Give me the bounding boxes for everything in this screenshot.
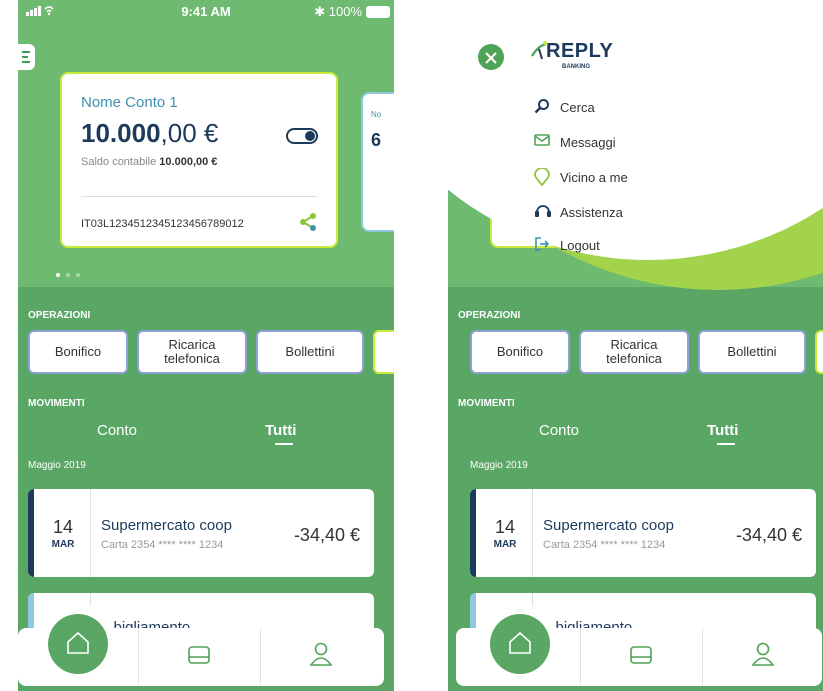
tab-conto[interactable]: Conto <box>97 422 137 439</box>
operation-button-next[interactable] <box>815 330 823 374</box>
movement-divider <box>90 489 91 577</box>
toggle-knob <box>305 131 315 141</box>
movements-heading: MOVIMENTI <box>28 398 85 409</box>
movement-day: 14 <box>52 517 74 537</box>
hamburger-line <box>22 51 30 53</box>
card-icon[interactable] <box>630 646 652 669</box>
location-pin-icon <box>534 167 550 191</box>
movement-row[interactable]: 14 MAR Supermercato coop Carta 2354 ****… <box>470 489 816 577</box>
envelope-icon <box>534 133 550 152</box>
operation-button-next[interactable] <box>373 330 394 374</box>
menu-item-label: Assistenza <box>560 205 623 220</box>
close-menu-button[interactable] <box>478 44 504 70</box>
logout-icon <box>534 236 550 257</box>
saldo-label: Saldo contabile <box>81 156 157 168</box>
hamburger-line <box>22 56 28 58</box>
month-label: Maggio 2019 <box>28 460 86 471</box>
share-icon[interactable] <box>298 212 318 237</box>
side-menu-panel <box>448 0 823 260</box>
visibility-toggle[interactable] <box>286 128 318 144</box>
status-bar: 9:41 AM ✱ 100% <box>18 0 394 24</box>
active-tab-indicator <box>717 443 735 445</box>
operations-heading: OPERAZIONI <box>28 310 91 321</box>
movement-amount: -34,40 € <box>293 525 360 545</box>
phone-screen-main: 9:41 AM ✱ 100% Nome Conto 1 10.000,00 € … <box>18 0 394 691</box>
bollettini-button[interactable]: Bollettini <box>698 330 806 374</box>
hamburger-menu-button[interactable] <box>18 44 35 70</box>
close-icon <box>485 51 497 69</box>
menu-item-label: Messaggi <box>560 135 616 150</box>
nav-divider <box>138 628 139 686</box>
card-icon[interactable] <box>188 646 210 669</box>
account-card-next[interactable]: No 6 <box>361 92 394 232</box>
battery-percent: ✱ 100% <box>314 4 362 19</box>
menu-item-label: Vicino a me <box>560 170 628 185</box>
movement-card-number: Carta 2354 **** **** 1234 <box>101 539 224 551</box>
menu-item-label: Logout <box>560 238 600 253</box>
saldo-contabile: Saldo contabile 10.000,00 € <box>81 156 217 168</box>
nav-divider <box>260 628 261 686</box>
home-button[interactable] <box>480 604 560 684</box>
saldo-value: 10.000,00 € <box>159 156 218 168</box>
balance-integer: 10.000 <box>81 118 161 148</box>
menu-item-label: Cerca <box>560 100 595 115</box>
movement-amount: -34,40 € <box>735 525 802 545</box>
active-tab-indicator <box>275 443 293 445</box>
account-name-next: No <box>371 110 382 119</box>
operations-heading: OPERAZIONI <box>458 310 521 321</box>
account-card[interactable]: Nome Conto 1 10.000,00 € Saldo contabile… <box>60 72 338 248</box>
bonifico-button[interactable]: Bonifico <box>470 330 570 374</box>
user-icon[interactable] <box>309 642 333 671</box>
movement-month: MAR <box>493 539 517 550</box>
account-balance-next: 6 <box>371 130 382 150</box>
home-icon <box>66 631 90 660</box>
nav-divider <box>702 628 703 686</box>
home-button[interactable] <box>38 604 118 684</box>
ricarica-button[interactable]: Ricarica telefonica <box>137 330 247 374</box>
search-icon <box>534 98 550 119</box>
balance-decimal: ,00 € <box>160 118 219 148</box>
movement-accent-bar <box>470 489 476 577</box>
carousel-dot <box>56 273 60 277</box>
movement-card-number: Carta 2354 **** **** 1234 <box>543 539 666 551</box>
bonifico-button[interactable]: Bonifico <box>28 330 128 374</box>
tab-tutti[interactable]: Tutti <box>707 422 738 439</box>
movement-title: Supermercato coop <box>543 517 674 534</box>
phone-screen-menu-open: ✱ 100% OPERAZIONI Bonifico Ricarica tele… <box>448 0 823 691</box>
headset-icon <box>534 203 552 224</box>
battery-label: 100% <box>328 4 362 19</box>
account-name: Nome Conto 1 <box>81 94 178 111</box>
movement-divider <box>532 489 533 577</box>
card-divider <box>81 196 317 197</box>
bollettini-button[interactable]: Bollettini <box>256 330 364 374</box>
carousel-dot <box>76 273 80 277</box>
home-button-fill <box>490 614 550 674</box>
ricarica-button[interactable]: Ricarica telefonica <box>579 330 689 374</box>
nav-divider <box>580 628 581 686</box>
carousel-dots <box>56 264 86 282</box>
home-icon <box>508 631 532 660</box>
carousel-dot <box>66 273 70 277</box>
account-iban: IT03L1234512345123456789012 <box>81 218 244 230</box>
movement-day: 14 <box>494 517 516 537</box>
month-label: Maggio 2019 <box>470 460 528 471</box>
battery-icon <box>366 6 390 18</box>
user-icon[interactable] <box>751 642 775 671</box>
home-button-fill <box>48 614 108 674</box>
brand-name: REPLY <box>546 40 614 62</box>
hamburger-line <box>22 61 30 63</box>
movements-heading: MOVIMENTI <box>458 398 515 409</box>
tab-tutti[interactable]: Tutti <box>265 422 296 439</box>
account-balance: 10.000,00 € <box>81 118 218 149</box>
brand-subtitle: BANKING <box>562 64 590 70</box>
tab-conto[interactable]: Conto <box>539 422 579 439</box>
movement-month: MAR <box>51 539 75 550</box>
movement-row[interactable]: 14 MAR Supermercato coop Carta 2354 ****… <box>28 489 374 577</box>
movement-title: Supermercato coop <box>101 517 232 534</box>
movement-accent-bar <box>28 489 34 577</box>
